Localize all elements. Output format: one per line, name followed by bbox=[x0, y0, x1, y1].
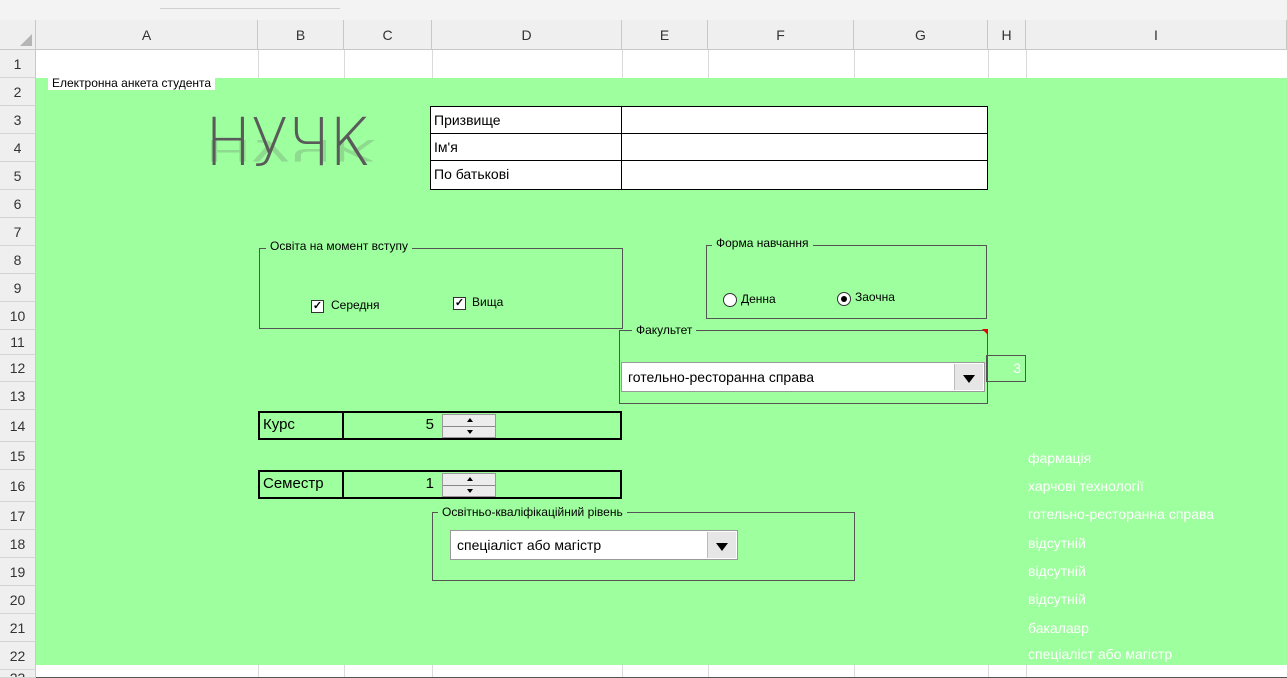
column-header-a[interactable]: A bbox=[36, 20, 258, 50]
row-header[interactable]: 7 bbox=[0, 218, 36, 246]
semester-row: Семестр 1 bbox=[258, 470, 622, 499]
faculty-dropdown-value: готельно-ресторанна справа bbox=[628, 369, 815, 385]
row-header[interactable]: 23 bbox=[0, 670, 36, 678]
study-form-group-title: Форма навчання bbox=[712, 236, 813, 250]
row-header[interactable]: 9 bbox=[0, 274, 36, 302]
qualification-dropdown-button[interactable] bbox=[707, 532, 736, 558]
row-header[interactable]: 4 bbox=[0, 134, 36, 162]
faculty-group-title: Факультет bbox=[632, 323, 697, 337]
column-header-d[interactable]: D bbox=[432, 20, 622, 50]
patronymic-label: По батькові bbox=[431, 161, 622, 189]
checkbox-secondary-label: Середня bbox=[331, 298, 380, 312]
row-header[interactable]: 8 bbox=[0, 246, 36, 274]
chevron-down-icon bbox=[963, 375, 975, 383]
semester-spin-up[interactable] bbox=[443, 474, 495, 486]
list-item: відсутній bbox=[1028, 591, 1086, 607]
row-header[interactable]: 1 bbox=[0, 50, 36, 78]
row-header[interactable]: 20 bbox=[0, 586, 36, 614]
course-spin-down[interactable] bbox=[443, 427, 495, 438]
name-row: По батькові bbox=[431, 161, 987, 189]
education-group-title: Освіта на момент вступу bbox=[266, 239, 413, 253]
row-header[interactable]: 3 bbox=[0, 106, 36, 134]
surname-input[interactable] bbox=[622, 107, 987, 133]
qualification-dropdown-value: спеціаліст або магістр bbox=[457, 537, 602, 553]
select-all-triangle-icon bbox=[20, 34, 32, 46]
row-header[interactable]: 18 bbox=[0, 530, 36, 558]
arrow-down-icon bbox=[467, 430, 473, 434]
radio-part-time-label: Заочна bbox=[855, 290, 895, 304]
list-item: готельно-ресторанна справа bbox=[1028, 506, 1215, 522]
surname-label: Призвище bbox=[431, 107, 622, 133]
checkbox-secondary[interactable]: ✓ bbox=[311, 300, 324, 313]
list-item: фармація bbox=[1028, 450, 1092, 466]
qualification-group-title: Освітньо-кваліфікаційний рівень bbox=[438, 505, 627, 519]
form-title: Електронна анкета студента bbox=[48, 76, 216, 90]
course-spin-up[interactable] bbox=[443, 415, 495, 427]
patronymic-input[interactable] bbox=[622, 161, 987, 189]
arrow-up-icon bbox=[467, 477, 473, 481]
arrow-up-icon bbox=[467, 418, 473, 422]
chevron-down-icon bbox=[716, 543, 728, 551]
list-item: відсутній bbox=[1028, 563, 1086, 579]
row-header[interactable]: 16 bbox=[0, 470, 36, 502]
radio-selected-dot bbox=[841, 296, 847, 302]
column-header-b[interactable]: B bbox=[258, 20, 344, 50]
logo-reflection: НУЧК bbox=[205, 132, 377, 168]
row-header[interactable]: 21 bbox=[0, 614, 36, 642]
checkbox-higher[interactable]: ✓ bbox=[453, 297, 466, 310]
name-row: Призвище bbox=[431, 107, 987, 134]
checkbox-higher-label: Вища bbox=[472, 295, 504, 309]
study-form-group bbox=[706, 245, 987, 319]
row-header[interactable]: 11 bbox=[0, 330, 36, 355]
course-spinner[interactable] bbox=[442, 414, 496, 438]
name-table: Призвище Ім'я По батькові bbox=[430, 106, 988, 190]
semester-label: Семестр bbox=[260, 472, 344, 497]
toolbar-strip bbox=[0, 0, 1287, 21]
radio-full-time-label: Денна bbox=[741, 292, 776, 306]
list-item: спеціаліст або магістр bbox=[1028, 646, 1173, 662]
faculty-index-cell[interactable]: 3 bbox=[986, 355, 1026, 382]
row-header[interactable]: 13 bbox=[0, 382, 36, 410]
row-header[interactable]: 5 bbox=[0, 162, 36, 190]
comment-indicator-icon bbox=[982, 329, 988, 335]
arrow-down-icon bbox=[467, 489, 473, 493]
column-header-f[interactable]: F bbox=[708, 20, 854, 50]
row-header[interactable]: 2 bbox=[0, 78, 36, 106]
column-header-c[interactable]: C bbox=[344, 20, 432, 50]
faculty-dropdown-button[interactable] bbox=[954, 364, 983, 390]
tab-divider bbox=[160, 8, 340, 9]
radio-part-time[interactable] bbox=[837, 292, 851, 306]
column-header-i[interactable]: I bbox=[1026, 20, 1287, 50]
first-name-label: Ім'я bbox=[431, 134, 622, 160]
list-item: харчові технології bbox=[1028, 478, 1144, 494]
first-name-input[interactable] bbox=[622, 134, 987, 160]
row-header[interactable]: 6 bbox=[0, 190, 36, 218]
qualification-dropdown[interactable]: спеціаліст або магістр bbox=[450, 530, 738, 560]
course-value: 5 bbox=[425, 416, 434, 433]
column-header-g[interactable]: G bbox=[854, 20, 988, 50]
row-header[interactable]: 15 bbox=[0, 442, 36, 470]
semester-spinner[interactable] bbox=[442, 473, 496, 497]
education-group bbox=[259, 248, 623, 329]
row-header[interactable]: 12 bbox=[0, 355, 36, 382]
row-header[interactable]: 22 bbox=[0, 642, 36, 670]
semester-spin-down[interactable] bbox=[443, 486, 495, 497]
radio-full-time[interactable] bbox=[723, 293, 737, 307]
row-header[interactable]: 17 bbox=[0, 502, 36, 530]
row-header[interactable]: 10 bbox=[0, 302, 36, 330]
course-label: Курс bbox=[260, 413, 344, 438]
list-item: бакалавр bbox=[1028, 620, 1089, 636]
name-row: Ім'я bbox=[431, 134, 987, 161]
semester-value: 1 bbox=[425, 475, 434, 492]
column-header-h[interactable]: H bbox=[988, 20, 1026, 50]
row-header[interactable]: 19 bbox=[0, 558, 36, 586]
course-row: Курс 5 bbox=[258, 411, 622, 440]
faculty-dropdown[interactable]: готельно-ресторанна справа bbox=[621, 362, 985, 392]
list-item: відсутній bbox=[1028, 535, 1086, 551]
row-header[interactable]: 14 bbox=[0, 410, 36, 442]
column-header-e[interactable]: E bbox=[622, 20, 708, 50]
